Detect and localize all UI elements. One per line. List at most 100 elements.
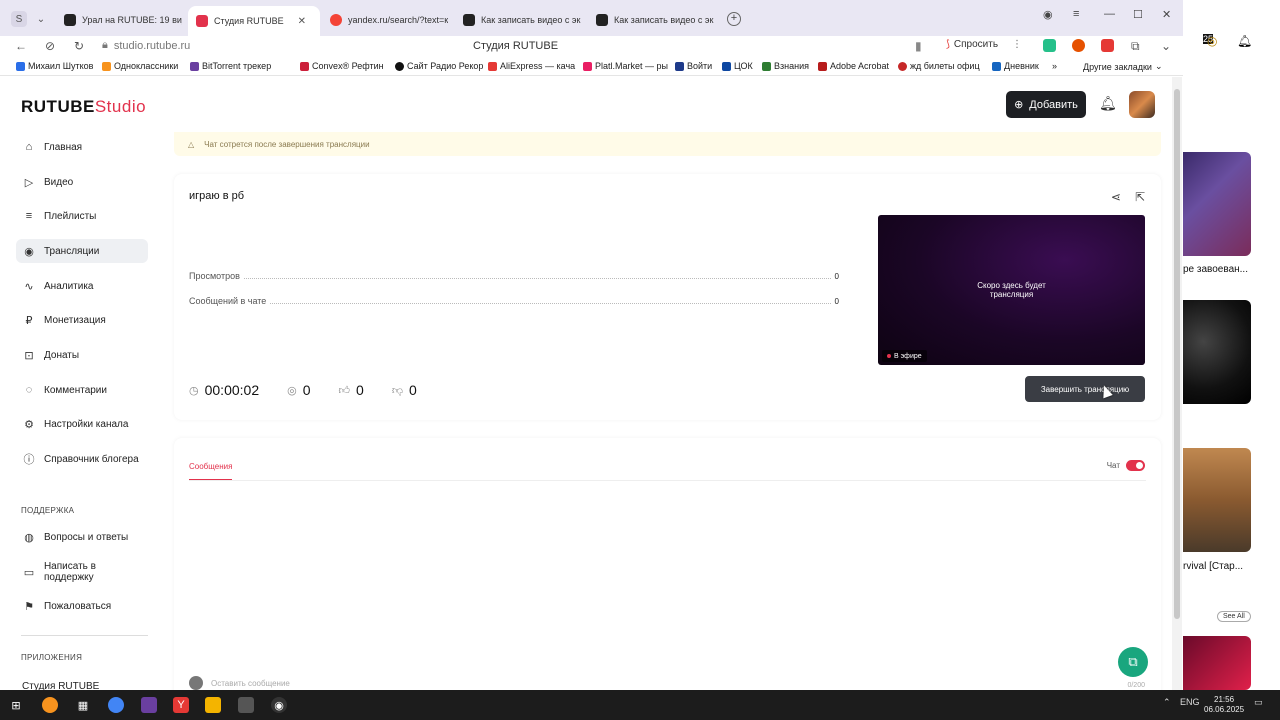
home-icon[interactable]: ⊘: [45, 39, 55, 53]
see-all-button[interactable]: See All: [1217, 611, 1251, 622]
sidebar-item-blogger-guide[interactable]: ⓘ Справочник блогера: [16, 447, 148, 471]
bookmark-item[interactable]: Adobe Acrobat: [818, 61, 889, 71]
bookmark-item[interactable]: Взнания: [762, 61, 809, 71]
url-field[interactable]: 🔒︎ studio.rutube.ru: [102, 39, 190, 52]
card-actions: ⋖ ⇱: [1111, 190, 1145, 204]
bookmark-item[interactable]: Сайт Радио Рекор: [395, 61, 483, 71]
video-title[interactable]: rvival [Стар...: [1183, 561, 1243, 572]
screenshot-extension-icon[interactable]: ⧉: [1131, 39, 1140, 54]
browser-menu-icon[interactable]: S: [11, 11, 27, 27]
more-icon[interactable]: ⋮: [1012, 39, 1022, 50]
windows-start-icon[interactable]: ⊞: [8, 697, 24, 713]
radio-record-icon: [395, 61, 404, 71]
app-icon[interactable]: [42, 697, 58, 713]
close-tab-icon[interactable]: ✕: [298, 16, 306, 27]
sidebar-item-broadcasts[interactable]: ◉ Трансляции: [16, 239, 148, 263]
file-explorer-icon[interactable]: [205, 697, 221, 713]
tab-1[interactable]: Студия RUTUBE ✕: [188, 6, 320, 36]
sidebar-item-monetization[interactable]: ₽ Монетизация: [16, 308, 148, 332]
sidebar-item-studio-app[interactable]: Студия RUTUBE: [16, 674, 148, 691]
tab-messages[interactable]: Сообщения: [189, 462, 233, 480]
reload-icon[interactable]: ↻: [74, 39, 84, 53]
app-icon[interactable]: [141, 697, 157, 713]
bookmark-item[interactable]: Войти: [675, 61, 712, 71]
profile-icon[interactable]: ◉: [1043, 8, 1053, 21]
external-link-icon[interactable]: ⇱: [1135, 190, 1145, 204]
tab-3[interactable]: Как записать видео с экр: [463, 8, 581, 32]
bookmark-item[interactable]: Convex® Рефтин: [300, 61, 384, 71]
avatar: [189, 676, 203, 690]
youtube-extension-icon[interactable]: [1101, 39, 1114, 52]
share-icon[interactable]: ⋖: [1111, 190, 1121, 204]
notifications-bell-icon[interactable]: 🔔︎: [1099, 95, 1117, 112]
other-bookmarks[interactable]: Другие закладки ⌄: [1083, 61, 1163, 72]
sidebar-item-faq[interactable]: ◍ Вопросы и ответы: [16, 525, 148, 549]
language-indicator[interactable]: ENG: [1180, 697, 1200, 707]
sidebar-item-analytics[interactable]: ∿ Аналитика: [16, 274, 148, 298]
end-broadcast-button[interactable]: Завершить трансляцию: [1025, 376, 1145, 402]
notifications-icon[interactable]: ▭: [1254, 697, 1263, 708]
sidebar-item-donations[interactable]: ⊡ Донаты: [16, 343, 148, 367]
rutube-studio-logo[interactable]: RUTUBEStudio: [21, 97, 146, 117]
login-icon: [675, 61, 684, 71]
video-thumbnail[interactable]: [1183, 448, 1251, 552]
menu-icon[interactable]: ≡: [1073, 8, 1079, 20]
chat-toggle[interactable]: [1126, 460, 1145, 471]
close-window-icon[interactable]: ✕: [1162, 8, 1171, 21]
torrent-icon: [190, 61, 199, 71]
bookmark-icon[interactable]: ▮: [915, 39, 922, 53]
video-thumbnail[interactable]: [1183, 636, 1251, 690]
yandex-favicon-icon: [330, 14, 342, 26]
copy-floating-icon[interactable]: ⧉: [1118, 647, 1148, 677]
avatar[interactable]: [1129, 91, 1155, 118]
bookmark-item[interactable]: ЦОК: [722, 61, 753, 71]
scrollbar[interactable]: [1172, 77, 1182, 690]
bookmark-item[interactable]: Михаил Шутков: [16, 61, 93, 71]
back-arrow-icon[interactable]: ←: [15, 39, 27, 53]
vk-icon: [16, 61, 25, 71]
live-dot-icon: [887, 354, 891, 358]
video-thumbnail[interactable]: [1183, 152, 1251, 256]
video-thumbnail[interactable]: [1183, 300, 1251, 404]
thumbs-up-icon: 👍︎: [338, 384, 351, 397]
extension-b-icon[interactable]: [1072, 39, 1085, 52]
chat-input[interactable]: Оставить сообщение: [211, 679, 290, 688]
bookmark-item[interactable]: BitTorrent трекер: [190, 61, 271, 71]
clock[interactable]: 21:56 06.06.2025: [1204, 695, 1244, 715]
sidebar-item-video[interactable]: ▷ Видео: [16, 170, 148, 194]
video-icon: ▷: [24, 176, 34, 189]
add-button[interactable]: ⊕ Добавить: [1006, 91, 1086, 118]
sidebar-item-home[interactable]: ⌂ Главная: [16, 135, 148, 159]
video-title[interactable]: ре завоеван...: [1183, 264, 1248, 275]
znaniya-icon: [762, 61, 771, 71]
tray-chevron-icon[interactable]: ⌃: [1163, 697, 1171, 708]
app-icon[interactable]: [238, 697, 254, 713]
chrome-icon[interactable]: [108, 697, 124, 713]
yandex-browser-icon[interactable]: Y: [173, 697, 189, 713]
minimize-icon[interactable]: —: [1104, 8, 1115, 20]
maximize-icon[interactable]: ☐: [1133, 8, 1143, 21]
stream-preview[interactable]: Скоро здесь будет трансляция В эфире: [878, 215, 1145, 365]
sidebar-item-write-support[interactable]: ▭ Написать в поддержку: [16, 560, 148, 584]
bookmark-item[interactable]: жд билеты офиц: [898, 61, 980, 71]
extension-shield-icon[interactable]: [1043, 39, 1056, 52]
sidebar-item-channel-settings[interactable]: ⚙ Настройки канала: [16, 412, 148, 436]
tab-4[interactable]: Как записать видео с экр: [596, 8, 714, 32]
sidebar-item-playlists[interactable]: ≡ Плейлисты: [16, 204, 148, 228]
tab-2[interactable]: yandex.ru/search/?text=к: [330, 8, 448, 32]
tab-0[interactable]: Урал на RUTUBE: 19 виде: [64, 8, 182, 32]
tab-list-chevron-icon[interactable]: ⌄: [33, 11, 49, 27]
ask-button[interactable]: ⟆ Спросить ⋮: [946, 39, 1022, 50]
bookmarks-more-icon[interactable]: »: [1052, 61, 1057, 71]
new-tab-plus-icon[interactable]: +: [727, 12, 741, 26]
calendar-app-icon[interactable]: ▦: [75, 697, 91, 713]
bookmark-item[interactable]: Одноклассники: [102, 61, 178, 71]
sidebar-item-report[interactable]: ⚑ Пожаловаться: [16, 594, 148, 618]
thumbs-down-icon: 👎︎: [391, 384, 403, 397]
sidebar-item-comments[interactable]: ◌ Комментарии: [16, 378, 148, 402]
downloads-icon[interactable]: ⌄: [1161, 39, 1171, 53]
bookmark-item[interactable]: Дневник: [992, 61, 1039, 71]
obs-icon[interactable]: ◉: [271, 697, 287, 713]
bookmark-item[interactable]: AliExpress — кача: [488, 61, 575, 71]
bookmark-item[interactable]: Platl.Market — ры: [583, 61, 668, 71]
